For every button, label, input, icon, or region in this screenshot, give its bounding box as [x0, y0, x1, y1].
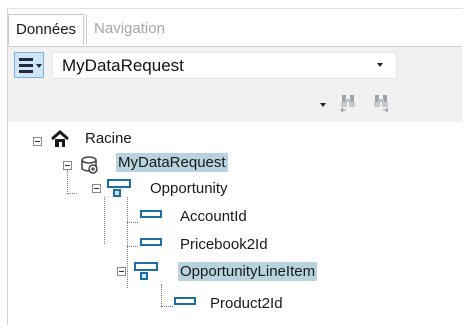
expand-toggle-root[interactable]	[33, 137, 42, 146]
field-icon	[174, 297, 196, 305]
tree-node-opportunity[interactable]: Opportunity	[150, 180, 228, 197]
data-request-icon	[81, 156, 98, 174]
tab-donnees[interactable]: Données	[8, 14, 85, 45]
tree-node-product2id[interactable]: Product2Id	[210, 295, 283, 312]
chevron-down-icon[interactable]	[377, 63, 383, 67]
tab-navigation[interactable]: Navigation	[86, 14, 172, 44]
tree-node-request[interactable]: MyDataRequest	[116, 153, 228, 172]
tree-connector	[127, 246, 138, 247]
tree-node-pricebook2id[interactable]: Pricebook2Id	[180, 236, 268, 253]
object-icon	[134, 262, 158, 280]
home-icon	[51, 130, 69, 147]
tree-connector	[67, 170, 68, 192]
tree-connector	[127, 222, 138, 223]
request-select[interactable]: MyDataRequest	[52, 52, 397, 79]
secondary-toolbar	[8, 91, 462, 121]
tree-connector	[161, 306, 173, 307]
binoculars-left-icon[interactable]	[340, 94, 356, 114]
request-select-value: MyDataRequest	[62, 56, 184, 75]
tree-node-accountid[interactable]: AccountId	[180, 208, 247, 225]
tree-connector	[67, 193, 77, 194]
dropdown-arrow-icon[interactable]	[320, 103, 326, 107]
field-icon	[140, 210, 162, 218]
tree-connector	[127, 197, 128, 288]
tree-node-root[interactable]: Racine	[85, 130, 132, 147]
binoculars-right-icon[interactable]	[373, 94, 389, 114]
tab-strip: Données Navigation	[8, 9, 172, 45]
object-icon	[107, 179, 131, 197]
expand-toggle-request[interactable]	[63, 161, 72, 170]
field-icon	[140, 238, 162, 246]
tree-connector	[161, 284, 162, 306]
expand-toggle-opportunity[interactable]	[92, 184, 101, 193]
expand-toggle-lineitem[interactable]	[117, 267, 126, 276]
tree-connector	[104, 197, 105, 244]
menu-button[interactable]	[14, 52, 44, 78]
tree-node-lineitem[interactable]: OpportunityLineItem	[178, 262, 318, 281]
